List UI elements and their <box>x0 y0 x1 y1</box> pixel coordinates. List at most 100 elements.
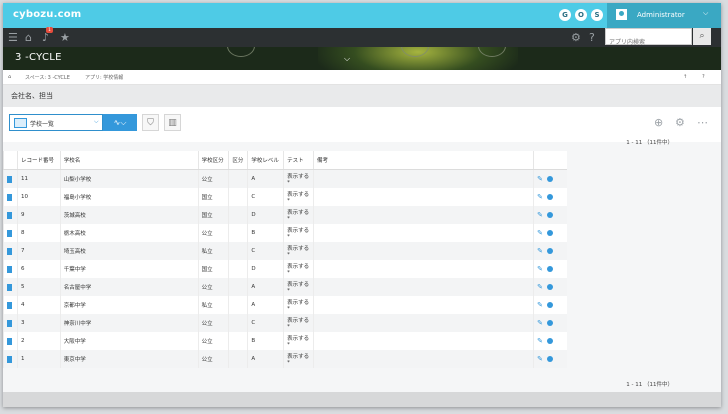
col-header[interactable]: テスト <box>283 151 314 170</box>
table-row[interactable]: 9 茨城高校 国立 D 表示する* ✎ <box>3 206 567 224</box>
table-row[interactable]: 7 埼玉高校 私立 C 表示する* ✎ <box>3 242 567 260</box>
edit-icon[interactable]: ✎ <box>537 193 543 201</box>
table-cell: A <box>247 169 284 188</box>
add-record-icon[interactable]: ⊕ <box>654 116 663 129</box>
user-name: Administrator <box>637 11 685 19</box>
school-name: 名古屋中学 <box>63 285 92 291</box>
office-icon[interactable]: O <box>575 9 587 21</box>
graph-view-button[interactable]: ∿⌵ <box>103 114 137 131</box>
delete-icon[interactable] <box>546 230 553 236</box>
user-menu[interactable]: Administrator ⌵ <box>607 3 721 28</box>
edit-icon[interactable]: ✎ <box>537 211 543 219</box>
garoon-icon[interactable]: G <box>559 9 571 21</box>
table-row[interactable]: 5 名古屋中学 公立 A 表示する* ✎ <box>3 278 567 296</box>
home-icon[interactable]: ⌂ <box>8 74 11 80</box>
test-value: 表示する* <box>287 246 310 258</box>
record-detail-icon[interactable] <box>7 355 12 363</box>
table-cell: C <box>247 314 284 332</box>
gear-icon[interactable]: ⚙ <box>571 31 581 44</box>
delete-icon[interactable] <box>546 266 553 272</box>
delete-icon[interactable] <box>546 338 553 344</box>
table-row[interactable]: 1 東京中学 公立 A 表示する* ✎ <box>3 350 567 368</box>
view-select[interactable]: 学校一覧 ⌵ <box>9 114 103 131</box>
edit-icon[interactable]: ✎ <box>537 247 543 255</box>
col-header[interactable]: 学校名 <box>59 151 199 170</box>
school-level: A <box>251 356 256 362</box>
record-detail-icon[interactable] <box>7 211 12 219</box>
chart-icon[interactable]: ▥ <box>164 114 181 131</box>
table-cell <box>228 242 248 260</box>
table-cell: ✎ <box>533 206 567 224</box>
chevron-down-icon[interactable]: ⌵ <box>344 54 350 64</box>
col-header[interactable]: レコード番号 <box>16 151 61 170</box>
notification-badge: 1 <box>46 27 53 33</box>
record-detail-icon[interactable] <box>7 283 12 291</box>
record-detail-icon[interactable] <box>7 337 12 345</box>
more-icon[interactable]: ⋯ <box>697 116 708 129</box>
table-row[interactable]: 3 神奈川中学 公立 C 表示する* ✎ <box>3 314 567 332</box>
table-row[interactable]: 10 福島小学校 国立 C 表示する* ✎ <box>3 188 567 206</box>
pin-icon[interactable]: ↑ <box>683 74 687 80</box>
table-cell: 私立 <box>197 242 229 260</box>
record-detail-icon[interactable] <box>7 193 12 201</box>
table-cell <box>3 169 18 188</box>
table-row[interactable]: 11 山梨小学校 公立 A 表示する* ✎ <box>3 169 567 188</box>
delete-icon[interactable] <box>546 356 553 362</box>
menu-icon[interactable]: ☰ <box>8 31 18 44</box>
star-icon[interactable]: ★ <box>60 31 70 44</box>
delete-icon[interactable] <box>546 194 553 200</box>
table-cell: 国立 <box>197 206 229 224</box>
record-detail-icon[interactable] <box>7 247 12 255</box>
school-level: C <box>251 320 256 326</box>
breadcrumb-app[interactable]: アプリ: 学校情報 <box>85 74 123 81</box>
table-cell: 3 <box>16 314 61 332</box>
school-type: 私立 <box>201 303 213 309</box>
delete-icon[interactable] <box>546 248 553 254</box>
school-type: 国立 <box>201 213 213 219</box>
help-icon[interactable]: ? <box>702 74 705 80</box>
filter-text[interactable]: 会社名、担当 <box>11 91 53 101</box>
filter-icon[interactable]: ⛉ <box>142 114 159 131</box>
edit-icon[interactable]: ✎ <box>537 337 543 345</box>
delete-icon[interactable] <box>546 320 553 326</box>
table-row[interactable]: 4 京都中学 私立 A 表示する* ✎ <box>3 296 567 314</box>
record-detail-icon[interactable] <box>7 175 12 183</box>
record-detail-icon[interactable] <box>7 301 12 309</box>
table-cell: 7 <box>16 242 61 260</box>
delete-icon[interactable] <box>546 284 553 290</box>
edit-icon[interactable]: ✎ <box>537 319 543 327</box>
home-icon[interactable]: ⌂ <box>25 31 32 44</box>
table-cell: 私立 <box>197 296 229 314</box>
record-id: 7 <box>20 248 25 254</box>
edit-icon[interactable]: ✎ <box>537 283 543 291</box>
delete-icon[interactable] <box>546 212 553 218</box>
edit-icon[interactable]: ✎ <box>537 229 543 237</box>
table-cell: 大阪中学 <box>59 332 199 350</box>
breadcrumb-space[interactable]: スペース: 3 -CYCLE <box>25 74 70 81</box>
table-cell: 表示する* <box>283 242 314 260</box>
edit-icon[interactable]: ✎ <box>537 265 543 273</box>
record-detail-icon[interactable] <box>7 319 12 327</box>
col-header[interactable]: 区分 <box>228 151 248 170</box>
gear-icon[interactable]: ⚙ <box>675 116 685 129</box>
cybozu-logo[interactable]: cybozu.com <box>13 9 81 20</box>
table-cell: 京都中学 <box>59 296 199 314</box>
table-row[interactable]: 6 千葉中学 国立 D 表示する* ✎ <box>3 260 567 278</box>
col-header[interactable]: 学校区分 <box>197 151 229 170</box>
school-name: 茨城高校 <box>63 213 86 219</box>
record-detail-icon[interactable] <box>7 265 12 273</box>
record-detail-icon[interactable] <box>7 229 12 237</box>
delete-icon[interactable] <box>546 176 553 182</box>
table-row[interactable]: 8 栃木高校 公立 B 表示する* ✎ <box>3 224 567 242</box>
search-icon[interactable]: ⌕ <box>693 28 711 45</box>
delete-icon[interactable] <box>546 302 553 308</box>
table-row[interactable]: 2 大阪中学 公立 B 表示する* ✎ <box>3 332 567 350</box>
help-icon[interactable]: ? <box>589 31 595 44</box>
edit-icon[interactable]: ✎ <box>537 355 543 363</box>
col-header[interactable]: 備考 <box>312 151 534 170</box>
col-header[interactable]: 学校レベル <box>247 151 284 170</box>
edit-icon[interactable]: ✎ <box>537 175 543 183</box>
table-cell: 名古屋中学 <box>59 278 199 296</box>
service-icon[interactable]: S <box>591 9 603 21</box>
edit-icon[interactable]: ✎ <box>537 301 543 309</box>
